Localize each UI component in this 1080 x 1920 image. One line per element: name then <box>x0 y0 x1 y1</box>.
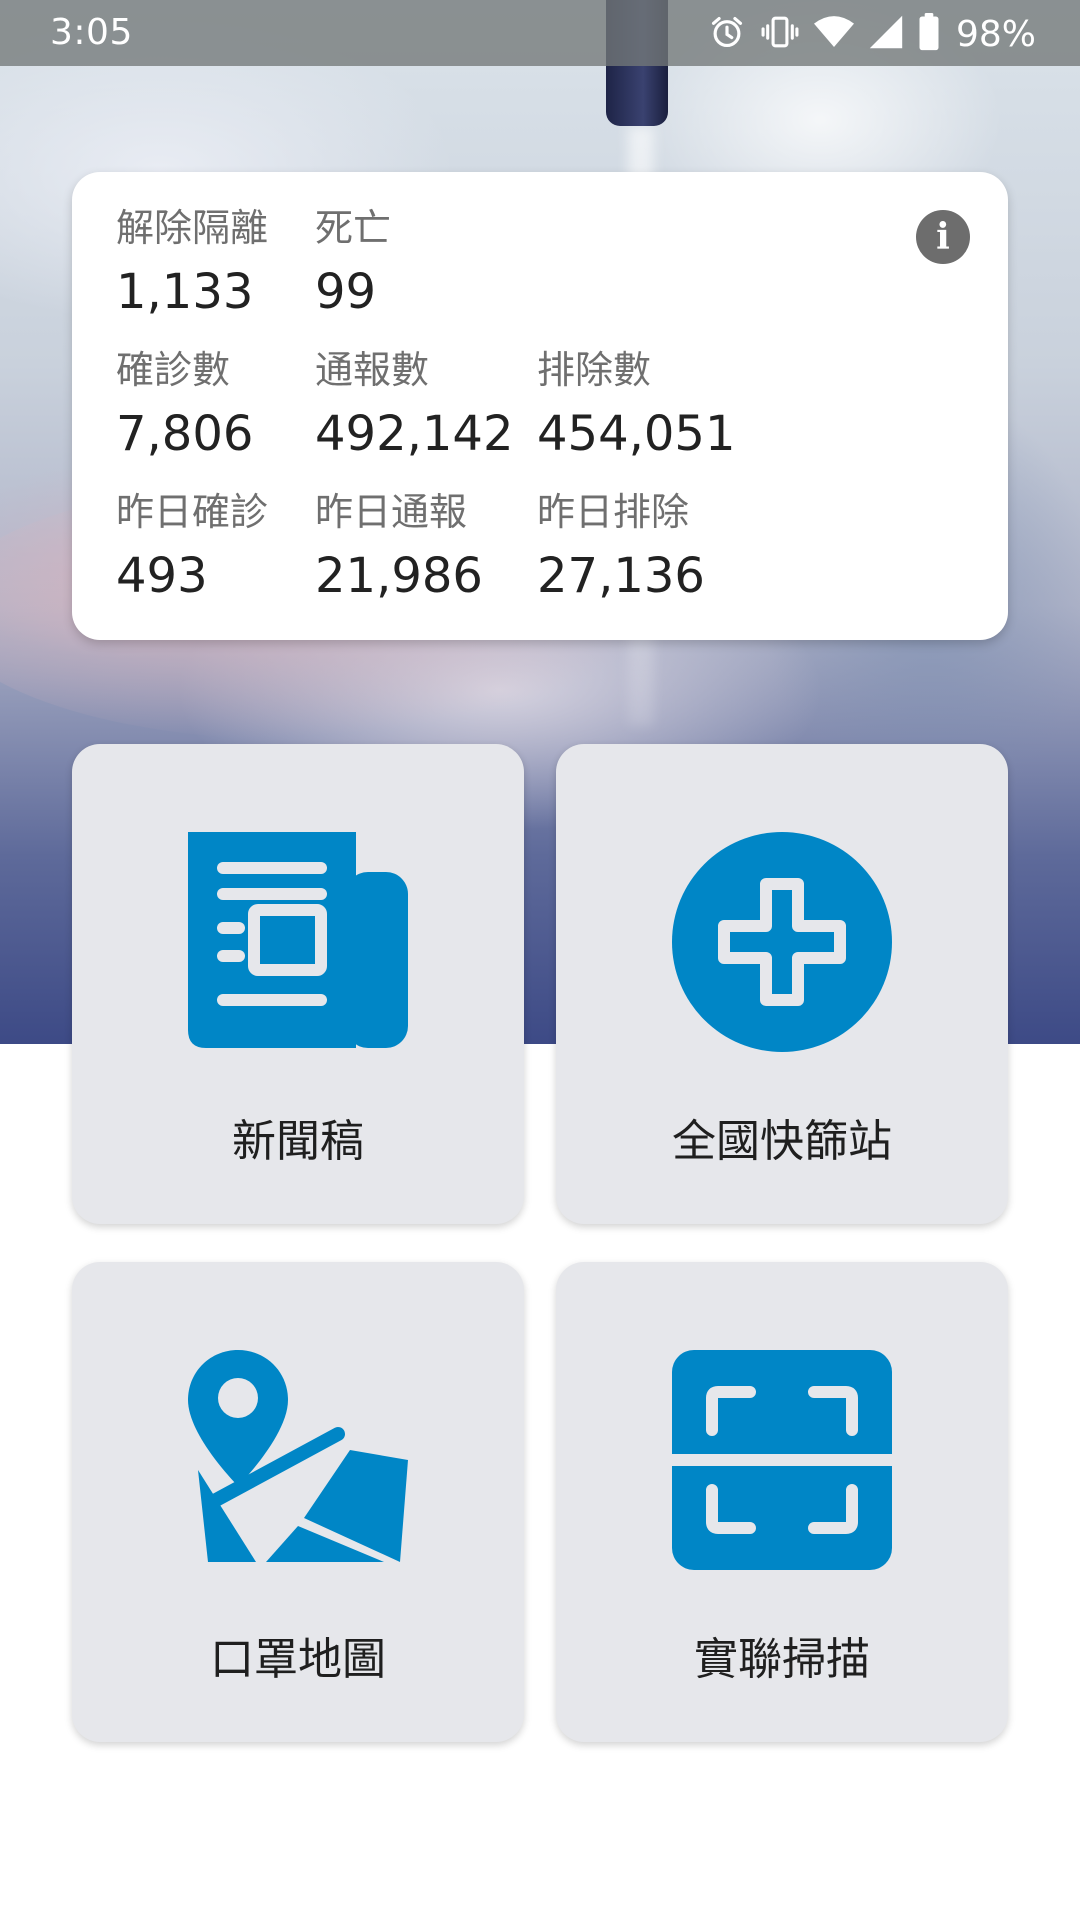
status-icons: 98% <box>708 13 1036 55</box>
medical-cross-icon <box>672 832 892 1052</box>
stat-label: 排除數 <box>537 348 652 392</box>
info-icon[interactable]: i <box>916 210 970 264</box>
stat-deaths: 死亡 99 <box>315 206 391 320</box>
stat-label: 昨日通報 <box>315 490 468 534</box>
stat-value: 492,142 <box>315 406 514 462</box>
stat-yesterday-excluded: 昨日排除 27,136 <box>537 490 705 604</box>
stat-confirmed: 確診數 7,806 <box>116 348 253 462</box>
status-bar: 3:05 98% <box>0 0 1080 66</box>
battery-icon <box>918 13 940 55</box>
tile-press-releases[interactable]: 新聞稿 <box>72 744 524 1224</box>
stat-label: 解除隔離 <box>116 206 269 250</box>
stat-excluded: 排除數 454,051 <box>537 348 736 462</box>
stat-label: 確診數 <box>116 348 231 392</box>
stat-reported: 通報數 492,142 <box>315 348 514 462</box>
newspaper-icon <box>188 832 408 1052</box>
stats-card: 解除隔離 1,133 死亡 99 確診數 7,806 通報數 492,142 排… <box>72 172 1008 640</box>
stat-yesterday-confirmed: 昨日確診 493 <box>116 490 268 604</box>
alarm-icon <box>708 13 746 55</box>
tile-label: 全國快篩站 <box>672 1116 892 1167</box>
vibrate-icon <box>760 13 800 55</box>
wifi-icon <box>813 14 854 54</box>
stat-yesterday-reported: 昨日通報 21,986 <box>315 490 483 604</box>
map-pin-icon <box>188 1350 408 1570</box>
stat-label: 昨日排除 <box>537 490 690 534</box>
stat-value: 493 <box>116 548 208 604</box>
signal-icon <box>868 14 904 54</box>
stat-value: 454,051 <box>537 406 736 462</box>
stat-value: 21,986 <box>315 548 483 604</box>
tile-label: 口罩地圖 <box>210 1634 386 1685</box>
stat-label: 昨日確診 <box>116 490 269 534</box>
stat-value: 1,133 <box>116 264 254 320</box>
stat-value: 27,136 <box>537 548 705 604</box>
stat-value: 7,806 <box>116 406 254 462</box>
tile-label: 實聯掃描 <box>694 1634 870 1685</box>
status-time: 3:05 <box>50 12 133 53</box>
tile-mask-map[interactable]: 口罩地圖 <box>72 1262 524 1742</box>
qr-scan-icon <box>672 1350 892 1570</box>
stat-recovered: 解除隔離 1,133 <box>116 206 268 320</box>
battery-percentage: 98% <box>955 13 1036 55</box>
tile-label: 新聞稿 <box>232 1116 364 1167</box>
stat-label: 死亡 <box>315 206 392 250</box>
stat-value: 99 <box>315 264 377 320</box>
tile-rapid-test-stations[interactable]: 全國快篩站 <box>556 744 1008 1224</box>
tile-real-name-scan[interactable]: 實聯掃描 <box>556 1262 1008 1742</box>
stat-label: 通報數 <box>315 348 430 392</box>
